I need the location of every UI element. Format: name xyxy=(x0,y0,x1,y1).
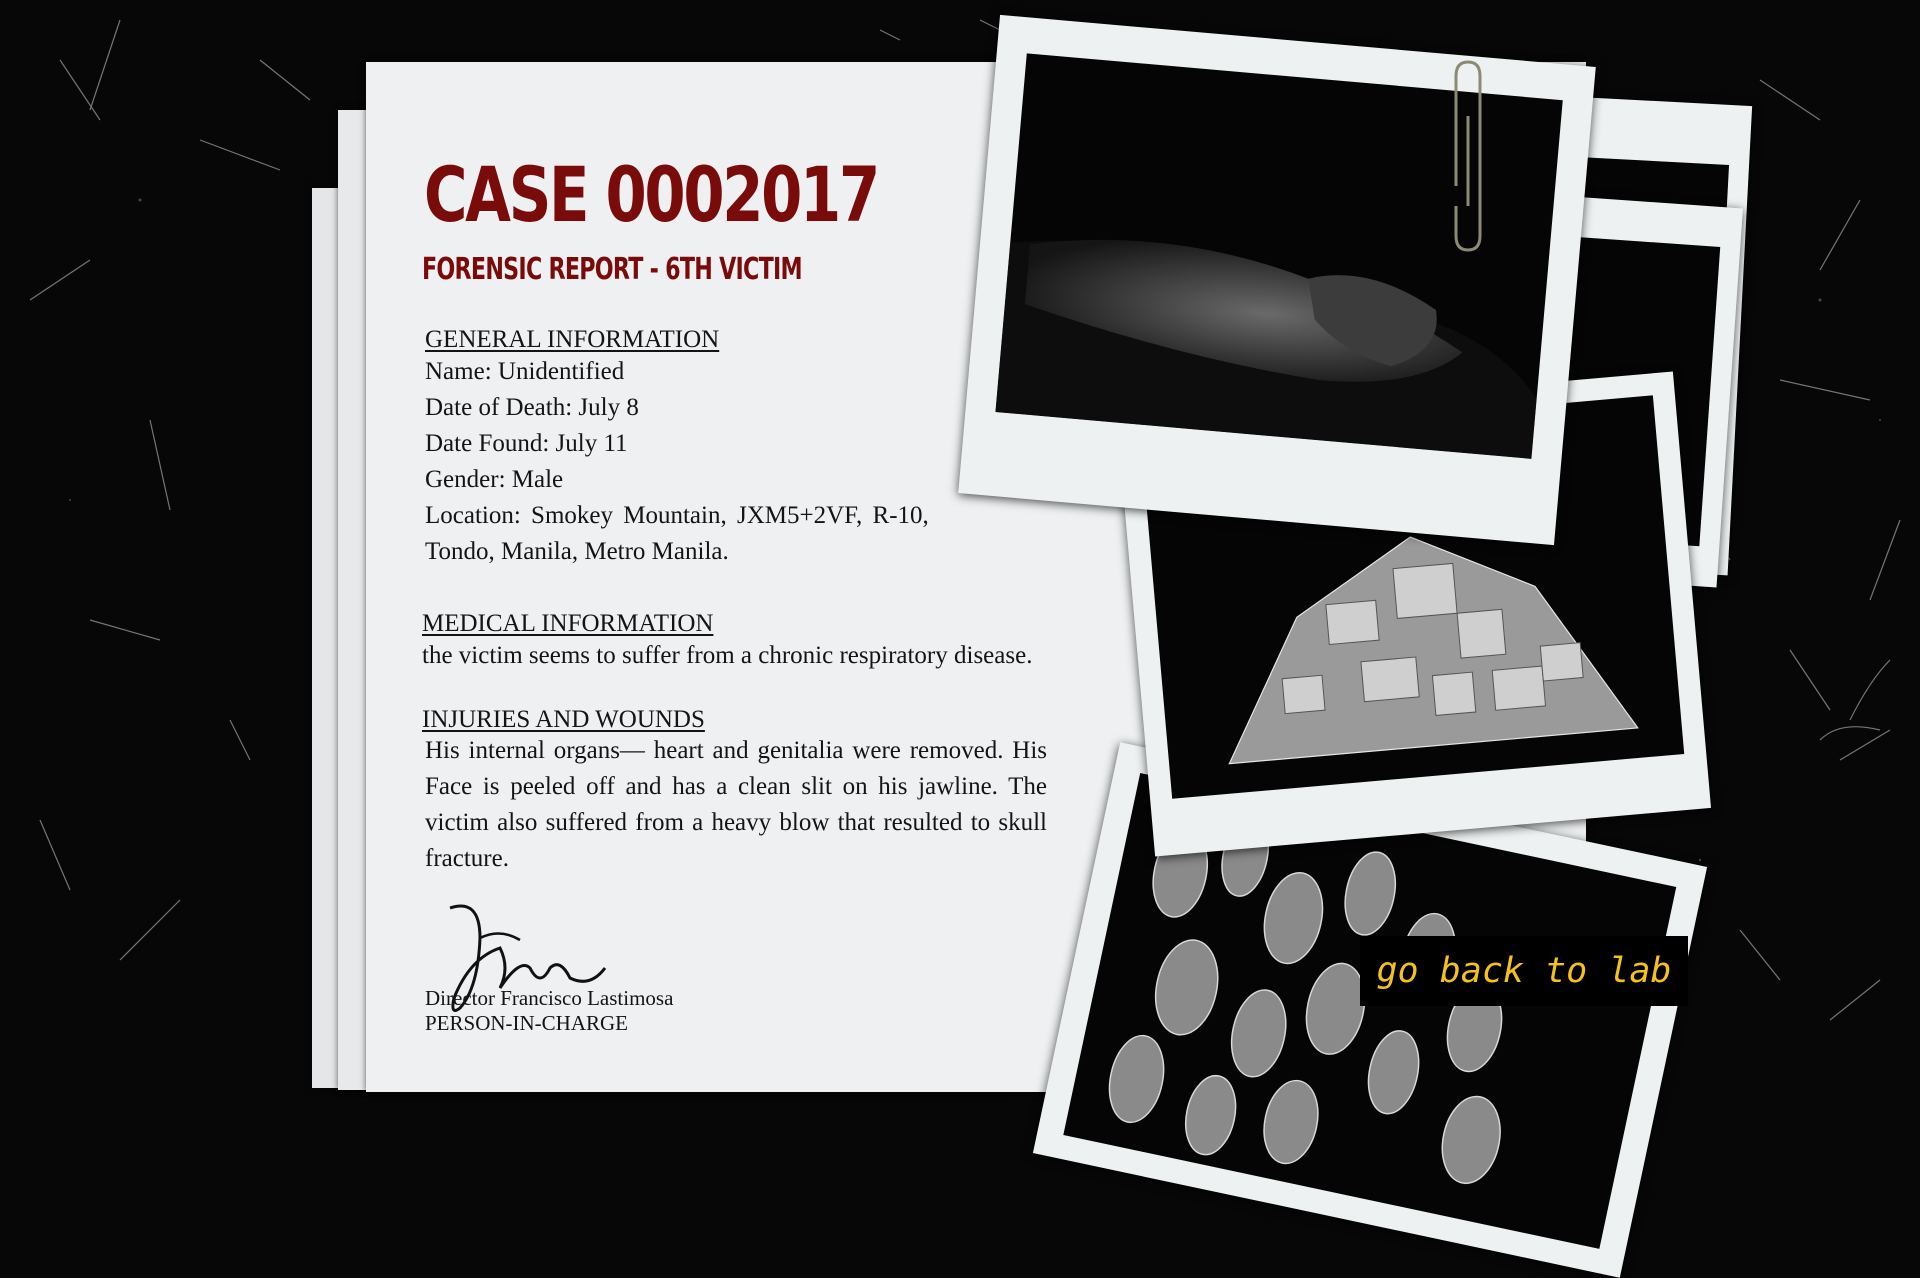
case-title: CASE 0002017 xyxy=(424,150,880,239)
medical-info-text: the victim seems to suffer from a chroni… xyxy=(422,642,1033,669)
gender: Gender: Male xyxy=(425,466,564,493)
injuries-text: His internal organs— heart and genitalia… xyxy=(425,737,1047,872)
location-line-2: Tondo, Manila, Metro Manila. xyxy=(425,538,729,565)
signatory-role: PERSON-IN-CHARGE xyxy=(425,1011,629,1035)
date-of-death: Date of Death: July 8 xyxy=(425,394,639,421)
forensic-report: CASE 0002017 FORENSIC REPORT - 6TH VICTI… xyxy=(0,0,1920,1080)
location-line-1: Location: Smokey Mountain, JXM5+2VF, R-1… xyxy=(425,502,929,529)
go-back-to-lab-button[interactable]: go back to lab xyxy=(1360,936,1688,1006)
report-subtitle: FORENSIC REPORT - 6TH VICTIM xyxy=(422,252,803,287)
injuries-heading: INJURIES AND WOUNDS xyxy=(422,706,705,733)
victim-name: Name: Unidentified xyxy=(425,358,625,385)
date-found: Date Found: July 11 xyxy=(425,430,628,457)
general-info-heading: GENERAL INFORMATION xyxy=(425,326,720,353)
medical-info-heading: MEDICAL INFORMATION xyxy=(422,610,714,637)
signatory-name: Director Francisco Lastimosa xyxy=(425,986,674,1010)
